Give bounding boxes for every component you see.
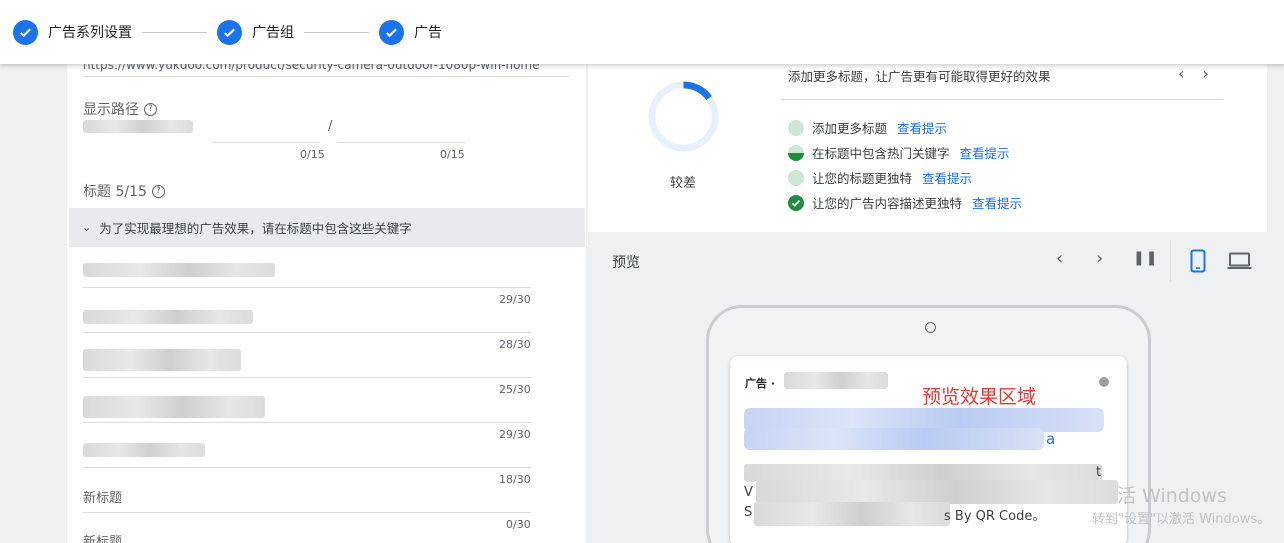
step-connector (142, 31, 207, 33)
step-ad[interactable]: 广告 (379, 19, 442, 45)
tip-text: 添加更多标题 (812, 121, 888, 136)
display-path-label-text: 显示路径 (83, 102, 139, 118)
chevron-down-icon: ⌄ (82, 221, 92, 234)
path1-char-count: 0/15 (300, 148, 325, 161)
path2-char-count: 0/15 (440, 148, 465, 161)
headline-6-underline (83, 512, 531, 513)
chevron-right-icon[interactable]: › (1202, 64, 1208, 83)
chevron-left-icon[interactable]: ‹ (1178, 64, 1184, 83)
pause-icon[interactable]: ❚❚ (1133, 250, 1158, 266)
activation-watermark-title: 活 Windows (1117, 485, 1227, 507)
ad-strength-card: 较差 添加更多标题，让广告更有可能取得更好的效果 ‹ › 添加更多标题 查看提示 … (588, 64, 1267, 232)
headline-6-count: 0/30 (506, 518, 531, 531)
path2-input[interactable] (337, 119, 465, 141)
ad-label: 广告 · (745, 377, 776, 390)
preview-overlay-label: 预览效果区域 (922, 386, 1037, 408)
tip-item: 让您的广告内容描述更独特 查看提示 (788, 193, 1022, 212)
info-icon[interactable] (1099, 377, 1109, 387)
final-url-field[interactable]: https://www.yukdoo.com/product/security-… (83, 64, 540, 72)
status-done-icon (788, 194, 804, 211)
ad-headline-tail: a (1046, 430, 1056, 448)
headline-2-count: 28/30 (499, 338, 531, 351)
headline-5-count: 18/30 (499, 473, 531, 486)
headlines-label: 标题 5/15 ? (83, 181, 165, 201)
final-url-underline (83, 76, 569, 77)
activation-watermark-subtitle: 转到"设置"以激活 Windows。 (1092, 512, 1271, 527)
tip-item: 在标题中包含热门关键字 查看提示 (788, 143, 1010, 162)
status-todo-icon (788, 119, 804, 136)
headline-4-underline (83, 422, 531, 423)
view-tip-link[interactable]: 查看提示 (972, 193, 1022, 212)
mobile-device-icon[interactable] (1190, 249, 1206, 273)
preview-title: 预览 (612, 255, 640, 271)
ad-description-redacted (754, 502, 950, 526)
description-line3-tail: s By QR Code。 (944, 509, 1046, 524)
ad-headline-redacted[interactable] (744, 428, 1044, 450)
step-label: 广告系列设置 (48, 25, 132, 41)
display-path-label: 显示路径 ? (83, 99, 157, 119)
keyword-suggestion-banner[interactable]: ⌄ 为了实现最理想的广告效果，请在标题中包含这些关键字 (69, 208, 585, 247)
camera-icon (925, 322, 936, 333)
headlines-label-text: 标题 5/15 (83, 184, 147, 200)
display-url-redacted (784, 372, 888, 389)
path1-input[interactable] (214, 119, 322, 141)
ad-strength-ring (648, 81, 719, 152)
help-icon[interactable]: ? (151, 184, 165, 198)
display-domain-redacted (83, 120, 193, 133)
step-connector (304, 31, 369, 33)
new-headline-placeholder[interactable]: 新标题 (83, 531, 122, 543)
help-icon[interactable]: ? (144, 102, 157, 116)
new-headline-placeholder[interactable]: 新标题 (83, 487, 122, 506)
step-ad-group[interactable]: 广告组 (217, 19, 294, 45)
headline-1-count: 29/30 (499, 293, 531, 306)
ad-editor-panel: https://www.yukdoo.com/product/security-… (67, 64, 586, 543)
description-end: t (1096, 465, 1102, 480)
headline-4-count: 29/30 (499, 428, 531, 441)
view-tip-link[interactable]: 查看提示 (960, 143, 1010, 162)
view-tip-link[interactable]: 查看提示 (922, 168, 972, 187)
headline-3-redacted[interactable] (83, 349, 241, 371)
tip-item: 让您的标题更独特 查看提示 (788, 168, 972, 187)
tip-text: 在标题中包含热门关键字 (812, 146, 950, 161)
step-campaign-settings[interactable]: 广告系列设置 (13, 19, 132, 45)
view-tip-link[interactable]: 查看提示 (897, 118, 947, 137)
top-tip-text: 添加更多标题，让广告更有可能取得更好的效果 (788, 69, 1051, 84)
desktop-device-icon[interactable] (1227, 252, 1252, 270)
tip-text: 让您的标题更独特 (812, 171, 913, 186)
headline-5-underline (83, 467, 531, 468)
headline-4-redacted[interactable] (83, 396, 265, 418)
tip-navigation: ‹ › (1178, 64, 1227, 83)
description-line2-start: V (744, 485, 753, 500)
headline-2-redacted[interactable] (83, 310, 253, 324)
headline-2-underline (83, 332, 531, 333)
stepper: 广告系列设置 广告组 广告 (0, 0, 1284, 64)
headline-3-count: 25/30 (499, 383, 531, 396)
path2-underline (337, 142, 465, 143)
tip-divider (781, 99, 1223, 100)
headline-5-redacted[interactable] (83, 443, 205, 457)
step-label: 广告 (414, 25, 442, 41)
ad-strength-grade: 较差 (670, 176, 697, 191)
description-line3-start: S (744, 505, 753, 520)
preview-controls-divider (1170, 240, 1171, 282)
path1-underline (212, 142, 320, 143)
keyword-banner-text: 为了实现最理想的广告效果，请在标题中包含这些关键字 (99, 221, 412, 236)
headline-1-underline (83, 287, 531, 288)
status-todo-icon (788, 169, 804, 186)
check-circle-icon (13, 19, 38, 45)
headline-1-redacted[interactable] (83, 263, 275, 277)
ad-description-redacted (756, 480, 1118, 504)
chevron-left-icon[interactable]: ‹ (1056, 248, 1063, 269)
check-circle-icon (217, 19, 242, 45)
step-label: 广告组 (252, 25, 294, 41)
headline-3-underline (83, 377, 531, 378)
status-partial-icon (788, 144, 804, 161)
tip-text: 让您的广告内容描述更独特 (812, 196, 963, 211)
check-circle-icon (379, 19, 404, 45)
path-separator: / (328, 119, 333, 134)
ad-preview-card: 广告 · 预览效果区域 a t V S s By QR Code。 (730, 356, 1127, 543)
chevron-right-icon[interactable]: › (1096, 248, 1103, 269)
tip-item: 添加更多标题 查看提示 (788, 118, 947, 137)
